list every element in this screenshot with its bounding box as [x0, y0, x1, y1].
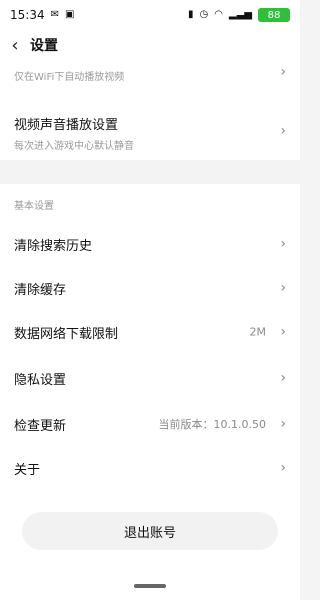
setting-row-about[interactable]: 关于 › [0, 446, 300, 490]
setting-label: 清除搜索历史 [14, 238, 93, 254]
setting-label: 关于 [14, 462, 41, 478]
chevron-right-icon: › [280, 280, 286, 296]
status-left: 15:34 ✉ ▣ [10, 8, 74, 22]
setting-label: 清除缓存 [14, 282, 67, 298]
logout-label: 退出账号 [123, 525, 176, 541]
basic-settings-header: 基本设置 [0, 184, 300, 224]
home-indicator[interactable] [134, 584, 166, 588]
chevron-right-icon: › [280, 324, 286, 340]
back-button[interactable]: ‹ [0, 30, 30, 60]
basic-settings-section: 基本设置 清除搜索历史 › 清除缓存 › 数据网络下载限制 2M › 隐私设置 … [0, 184, 300, 494]
chevron-right-icon: › [280, 64, 286, 80]
setting-label: 检查更新 [14, 418, 67, 434]
chevron-right-icon: › [280, 123, 286, 139]
clipped-row-subtitle: 仅在WiFi下自动播放视频 [14, 72, 125, 83]
status-time: 15:34 [10, 8, 45, 22]
setting-label: 隐私设置 [14, 372, 67, 388]
video-sound-subtitle: 每次进入游戏中心默认静音 [14, 141, 134, 152]
cellular-icon: ▂▃▅ [228, 9, 252, 20]
logout-section: 退出账号 [0, 494, 300, 564]
chevron-left-icon: ‹ [11, 34, 19, 56]
setting-label: 数据网络下载限制 [14, 326, 119, 342]
chevron-right-icon: › [280, 370, 286, 386]
wifi-icon: ◠ [214, 9, 223, 20]
page-title: 设置 [30, 38, 58, 54]
chevron-right-icon: › [280, 236, 286, 252]
alarm-icon: ◷ [199, 9, 209, 20]
battery-level: 88 [267, 9, 281, 21]
signal-icon: ▮ [187, 9, 194, 20]
video-sound-setting-row[interactable]: 视频声音播放设置 每次进入游戏中心默认静音 › [0, 110, 300, 152]
system-navigation-bar [0, 564, 300, 600]
chevron-right-icon: › [280, 416, 286, 432]
setting-row-download-limit[interactable]: 数据网络下载限制 2M › [0, 310, 300, 354]
setting-row-clear-cache[interactable]: 清除缓存 › [0, 266, 300, 310]
page-header: ‹ 设置 [0, 30, 300, 60]
video-sound-label: 视频声音播放设置 [14, 118, 119, 133]
chevron-right-icon: › [280, 460, 286, 476]
logout-button[interactable]: 退出账号 [22, 512, 278, 550]
clipped-autoplay-row[interactable]: 仅在WiFi下自动播放视频 › [0, 60, 300, 84]
battery-indicator: 88 [258, 8, 290, 22]
setting-row-privacy[interactable]: 隐私设置 › [0, 356, 300, 400]
status-bar: 15:34 ✉ ▣ ▮ ◷ ◠ ▂▃▅ 88 [0, 0, 300, 30]
setting-value: 2M [249, 325, 267, 339]
section-divider [0, 160, 300, 184]
setting-row-check-update[interactable]: 检查更新 当前版本：10.1.0.50 › [0, 402, 300, 446]
status-right: ▮ ◷ ◠ ▂▃▅ 88 [188, 8, 290, 22]
top-settings-section: 仅在WiFi下自动播放视频 › 视频声音播放设置 每次进入游戏中心默认静音 › [0, 60, 300, 160]
setting-row-clear-search-history[interactable]: 清除搜索历史 › [0, 222, 300, 266]
notification-icon: ✉ [50, 9, 59, 20]
setting-value: 当前版本：10.1.0.50 [158, 418, 266, 431]
basic-settings-title: 基本设置 [14, 200, 54, 212]
app-notification-icon: ▣ [64, 9, 75, 20]
